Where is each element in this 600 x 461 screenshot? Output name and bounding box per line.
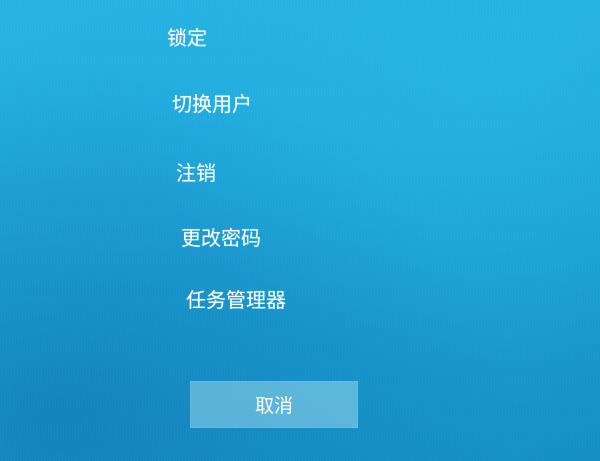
task-manager-option[interactable]: 任务管理器 — [186, 288, 286, 312]
cancel-button[interactable]: 取消 — [190, 381, 358, 428]
change-password-option[interactable]: 更改密码 — [181, 226, 261, 250]
cancel-button-label: 取消 — [254, 395, 293, 417]
lock-option[interactable]: 锁定 — [167, 26, 208, 50]
sign-out-option[interactable]: 注销 — [176, 161, 216, 185]
security-options-screen: 锁定 切换用户 注销 更改密码 任务管理器 取消 — [0, 0, 600, 461]
switch-user-option[interactable]: 切换用户 — [172, 92, 252, 116]
